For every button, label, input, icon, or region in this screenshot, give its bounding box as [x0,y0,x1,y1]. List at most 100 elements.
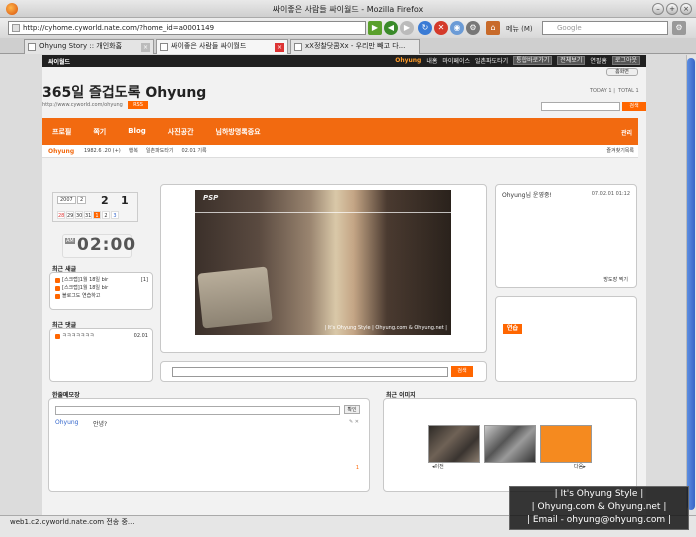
tab-favicon-icon [28,43,36,51]
calendar-date[interactable]: 30 [75,211,83,219]
logout-button[interactable]: 로그아웃 [611,56,640,65]
rss-badge[interactable]: RSS [128,101,148,109]
owner-name[interactable]: Ohyung [48,145,74,158]
watermark-overlay: | It's Ohyung Style | | Ohyung.com & Ohy… [509,486,689,530]
next-images-link[interactable]: 다음▸ [574,463,586,470]
minimize-button[interactable]: – [652,3,664,15]
link-myface[interactable]: 마이페이스 [442,56,470,65]
link-shortcut[interactable]: 통합바로가기 [513,56,553,65]
forward-icon[interactable]: ▶ [400,21,414,35]
memo-tools-icon[interactable]: ✎ ✕ [349,419,359,425]
blog-url[interactable]: http://www.cyworld.com/ohyung [42,102,123,108]
photo-caption: | It's Ohyung Style | Ohyung.com & Ohyun… [324,325,447,331]
main-photo[interactable]: PSP | It's Ohyung Style | Ohyung.com & O… [195,190,451,335]
post-icon [55,286,60,291]
image-thumbnail[interactable] [428,425,480,463]
stop-icon[interactable]: ✕ [434,21,448,35]
calendar-date[interactable]: 31 [84,211,92,219]
tab-jungchal[interactable]: xX정찰닷콤Xx - 우리만 빼고 다... [290,39,420,54]
cyworld-topbar: 싸이월드 Ohyung 내홈 마이페이스 일촌파도타기 통합바로가기 전체보기 … [42,55,646,67]
scrollbar-thumb[interactable] [687,58,695,510]
link-all[interactable]: 전체보기 [557,56,586,65]
list-item[interactable]: ㅋㅋㅋㅋㅋㅋㅋ 02.01 [50,332,152,340]
prev-label: 이전 [434,464,444,470]
practice-badge[interactable]: 연습 [503,324,522,334]
reload-icon[interactable]: ↻ [418,21,432,35]
tab-close-icon[interactable]: × [275,43,284,52]
comment-text: ㅋㅋㅋㅋㅋㅋㅋ [62,333,95,339]
menu-guestbook[interactable]: 님하방명록중요 [216,127,261,137]
menu-admin[interactable]: 관리 [621,128,632,137]
user-name[interactable]: Ohyung [395,57,421,64]
addon-icon[interactable]: ◉ [450,21,464,35]
calendar-month: 2 [101,194,109,207]
search-input[interactable]: Google [542,21,668,35]
mood-status: 행복 [128,148,138,154]
link-myhome[interactable]: 내홈 [426,56,437,65]
calendar-date[interactable]: 3 [111,211,119,219]
go-arrow-icon[interactable]: ▶ [368,21,382,35]
psp-logo: PSP [203,194,219,202]
recent-comments-box: ㅋㅋㅋㅋㅋㅋㅋ 02.01 [49,328,153,382]
menu-notes[interactable]: 쪽기 [93,127,106,137]
link-pado[interactable]: 일촌파도타기 [475,56,508,65]
guestbook-box: Ohyung님 운영중! 07.02.01 01:12 방도장 찍기 [495,184,637,288]
maximize-button[interactable]: + [666,3,678,15]
memo-author[interactable]: Ohyung [55,419,79,426]
tab-favicon-icon [294,43,302,51]
list-item[interactable]: [스크랩]1월 18일 bir [1] [50,276,152,284]
list-item[interactable]: 블로그도 연습하고 [50,292,152,300]
stamp-link[interactable]: 방도장 찍기 [603,276,628,283]
memo-submit-button[interactable]: 확인 [344,405,360,414]
home-screen-button[interactable]: 홈화면 [606,68,638,76]
memo-page[interactable]: 1 [356,465,359,471]
tool-icon[interactable]: ⚙ [466,21,480,35]
prev-images-link[interactable]: ◂이전 [432,463,444,470]
link-pencil[interactable]: 연필홈 [590,56,607,65]
photo-divider [195,212,451,213]
pado-dropdown[interactable]: 일촌파도타기 [146,145,174,158]
mid-search-input[interactable] [172,367,448,377]
post-title: [스크랩]1월 18일 bir [62,285,109,291]
month-select[interactable]: 2 [77,196,87,204]
title-bar: 싸이좋은 사람들 싸이월드 - Mozilla Firefox [0,0,696,18]
calendar-date-selected[interactable]: 1 [93,211,101,219]
menu-profile[interactable]: 프로필 [52,127,71,137]
menu-photos[interactable]: 사진공간 [168,127,194,137]
blog-search-input[interactable] [541,102,620,111]
blog-search-button[interactable]: 검색 [622,102,646,111]
home-icon[interactable]: ⌂ [486,21,500,35]
list-item[interactable]: [스크랩]1월 18일 bir [50,284,152,292]
tab-ohyung-story[interactable]: Ohyung Story :: 개인화홈 × [24,39,154,54]
clock-ampm: AM [65,238,75,244]
practice-box [495,296,637,382]
window-title: 싸이좋은 사람들 싸이월드 - Mozilla Firefox [272,5,424,14]
page-favicon-icon [12,24,20,32]
tab-cyworld[interactable]: 싸이좋은 사람들 싸이월드 × [156,39,288,54]
year-select[interactable]: 2007 [57,196,76,204]
memo-input[interactable] [55,406,340,415]
clock-time: 02:00 [77,235,137,255]
record-link[interactable]: 02.01 기록 [182,145,207,158]
today-count: TODAY 1 [590,88,612,94]
firefox-icon [6,3,18,15]
menu-blog[interactable]: Blog [128,127,146,137]
next-label: 다음 [574,464,584,470]
settings-icon[interactable]: ⚙ [672,21,686,35]
menu-label[interactable]: 메뉴 (M) [506,24,533,34]
favorites-link[interactable]: 즐겨찾기목록 [606,145,634,158]
clock-widget: AM 02:00 [62,234,135,258]
close-window-button[interactable]: × [680,3,692,15]
tab-close-icon[interactable]: × [141,43,150,52]
tab-label: Ohyung Story :: 개인화홈 [39,42,123,50]
url-bar[interactable]: http://cyhome.cyworld.nate.com/?home_id=… [8,21,366,35]
calendar-date[interactable]: 29 [66,211,74,219]
calendar-date[interactable]: 2 [102,211,110,219]
cyworld-logo[interactable]: 싸이월드 [48,57,70,66]
image-thumbnail[interactable] [540,425,592,463]
mid-search-button[interactable]: 검색 [451,366,473,377]
back-icon[interactable]: ◀ [384,21,398,35]
photo-bag-shape [197,266,273,329]
image-thumbnail[interactable] [484,425,536,463]
calendar-date[interactable]: 28 [57,211,65,219]
